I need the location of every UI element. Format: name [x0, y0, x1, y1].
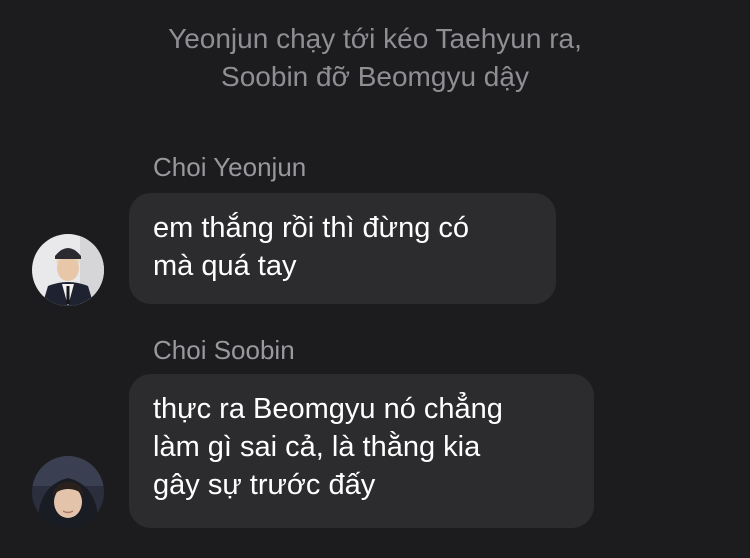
sender-name-yeonjun: Choi Yeonjun — [153, 152, 307, 182]
message-line: mà quá tay — [153, 250, 297, 282]
message-line: em thắng rồi thì đừng có — [153, 212, 470, 244]
message-line: gây sự trước đấy — [153, 469, 376, 501]
message-bubble-soobin[interactable]: thực ra Beomgyu nó chẳng làm gì sai cả, … — [129, 374, 594, 528]
message-line: thực ra Beomgyu nó chẳng — [153, 393, 503, 425]
system-message-line-1: Yeonjun chạy tới kéo Taehyun ra, — [168, 23, 582, 54]
soobin-avatar-icon[interactable] — [32, 456, 104, 528]
message-line: làm gì sai cả, là thằng kia — [153, 431, 481, 463]
message-bubble-yeonjun[interactable]: em thắng rồi thì đừng có mà quá tay — [129, 193, 556, 304]
yeonjun-avatar-icon[interactable] — [32, 234, 104, 306]
sender-name-soobin: Choi Soobin — [153, 335, 295, 365]
system-message-line-2: Soobin đỡ Beomgyu dậy — [221, 61, 529, 92]
system-message: Yeonjun chạy tới kéo Taehyun ra, Soobin … — [0, 20, 750, 96]
